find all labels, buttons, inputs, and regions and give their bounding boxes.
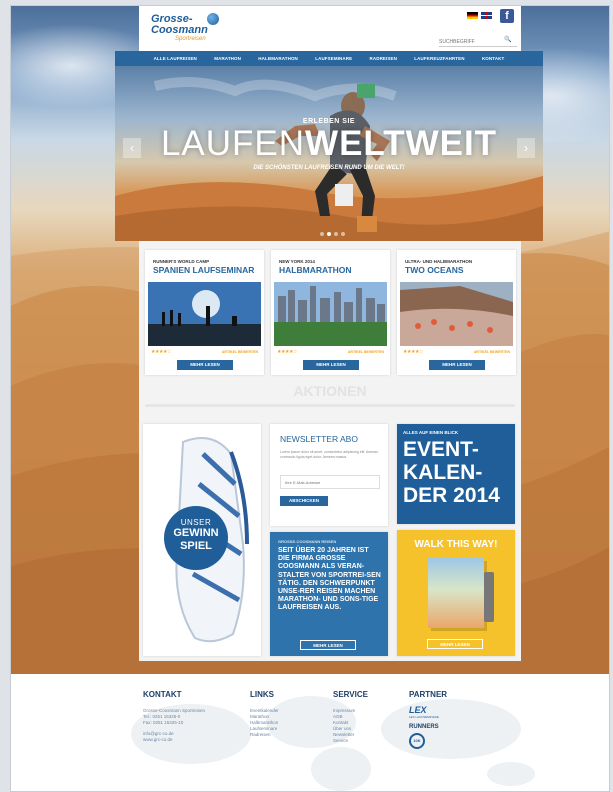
card-rating-label[interactable]: ARTIKEL BEWERTEN xyxy=(474,350,510,354)
walk-this-way-teaser: WALK THIS WAY! MEHR LESEN xyxy=(397,530,515,656)
card-title[interactable]: SPANIEN LAUFSEMINAR xyxy=(153,265,254,275)
gewinnspiel-line1: UNSER xyxy=(180,518,212,527)
footer-partner-title: PARTNER xyxy=(409,690,448,699)
site-header: Grosse- Coosmann Sportreisen f 🔍 xyxy=(139,6,521,51)
about-text: SEIT ÜBER 20 JAHREN IST DIE FIRMA GROSSE… xyxy=(278,547,381,612)
nav-marathon[interactable]: MARATHON xyxy=(214,56,241,61)
slider-dots xyxy=(320,232,345,236)
hero-slider: ERLEBEN SIE LAUFENWELTWEIT DIE SCHÖNSTEN… xyxy=(115,66,543,241)
about-more-button[interactable]: MEHR LESEN xyxy=(300,640,356,650)
flag-english-icon[interactable] xyxy=(481,12,492,19)
newsletter-email-input[interactable] xyxy=(280,475,380,489)
logo-line3: Sportreisen xyxy=(175,36,206,42)
hero-subtitle: DIE SCHÖNSTEN LAUFREISEN RUND UM DIE WEL… xyxy=(253,165,405,171)
slider-next-button[interactable]: › xyxy=(517,138,535,158)
gewinnspiel-badge: UNSER GEWINN SPIEL xyxy=(164,506,228,570)
hero-title: LAUFENWELTWEIT xyxy=(115,126,543,162)
globe-icon xyxy=(207,13,219,25)
eventkalender-teaser[interactable]: ALLES AUF EINEN BLICK EVENT- KALEN- DER … xyxy=(397,424,515,524)
footer-partner: PARTNER LEX LEX LAUFSEMINARE RUNNERS 10K xyxy=(409,690,447,749)
world-map-watermark xyxy=(131,696,535,791)
footer-kontakt-title: KONTAKT xyxy=(143,690,182,699)
about-teaser: GROSSE-COOSMANN REISEN SEIT ÜBER 20 JAHR… xyxy=(270,532,388,656)
card-title[interactable]: HALBMARATHON xyxy=(279,265,352,275)
card-two-oceans: ULTRA- UND HALBMARATHON TWO OCEANS ★★★★☆… xyxy=(397,250,516,375)
section-divider xyxy=(145,404,515,407)
newsletter-box: NEWSLETTER ABO Lorem ipsum dolor sit ame… xyxy=(270,424,388,526)
logo-line2: Coosmann xyxy=(151,24,208,36)
card-spanien-laufseminar: RUNNER'S WORLD CAMP SPANIEN LAUFSEMINAR … xyxy=(145,250,264,375)
newsletter-text: Lorem ipsum dolor sit amet, consectetur … xyxy=(280,450,379,459)
footer-links: LINKS Eventkalender Marathon Halbmaratho… xyxy=(250,690,279,738)
slider-prev-button[interactable]: ‹ xyxy=(123,138,141,158)
nav-laufkreuzfahrten[interactable]: LAUFKREUZFAHRTEN xyxy=(414,56,464,61)
site-footer: KONTAKT Grosse-Coosmann Sportreisen Tel.… xyxy=(11,674,609,791)
card-kicker: ULTRA- UND HALBMARATHON xyxy=(405,259,473,264)
slider-dot[interactable] xyxy=(320,232,324,236)
nav-laufseminare[interactable]: LAUFSEMINARE xyxy=(315,56,352,61)
gewinnspiel-teaser[interactable]: UNSER GEWINN SPIEL xyxy=(143,424,261,656)
facebook-icon[interactable]: f xyxy=(500,9,514,23)
card-image-seminar xyxy=(148,282,261,346)
partner-lex-subtitle: LEX LAUFSEMINARE xyxy=(409,715,439,719)
card-title[interactable]: TWO OCEANS xyxy=(405,265,464,275)
nav-halbmarathon[interactable]: HALBMARATHON xyxy=(258,56,298,61)
card-kicker: NEW YORK 2014 xyxy=(279,259,315,264)
walk-more-button[interactable]: MEHR LESEN xyxy=(427,639,483,649)
browser-frame: Grosse- Coosmann Sportreisen f 🔍 ALLE LA… xyxy=(10,5,610,792)
slider-dot[interactable] xyxy=(341,232,345,236)
footer-kontakt: KONTAKT Grosse-Coosmann Sportreisen Tel.… xyxy=(143,690,205,743)
card-kicker: RUNNER'S WORLD CAMP xyxy=(153,259,210,264)
main-content: RUNNER'S WORLD CAMP SPANIEN LAUFSEMINAR … xyxy=(139,241,521,661)
hero-title-thin: LAUFEN xyxy=(160,124,306,163)
card-more-button[interactable]: MEHR LESEN xyxy=(177,360,233,370)
footer-web-link[interactable]: www.grc-co.de xyxy=(143,737,205,743)
card-rating-stars[interactable]: ★★★★☆ xyxy=(277,349,297,355)
hero-title-bold: WELTWEIT xyxy=(305,124,498,163)
eventkalender-line3: DER 2014 xyxy=(403,484,500,507)
search-icon[interactable]: 🔍 xyxy=(504,36,511,43)
footer-link-radreisen[interactable]: Radreisen xyxy=(250,732,279,738)
main-navigation: ALLE LAUFREISEN MARATHON HALBMARATHON LA… xyxy=(115,51,543,66)
card-more-button[interactable]: MEHR LESEN xyxy=(303,360,359,370)
walk-book-image xyxy=(428,558,494,628)
about-kicker: GROSSE-COOSMANN REISEN xyxy=(278,539,337,544)
slider-dot-active[interactable] xyxy=(327,232,331,236)
newsletter-title: NEWSLETTER ABO xyxy=(280,434,358,444)
nav-radreisen[interactable]: RADREISEN xyxy=(370,56,397,61)
card-more-button[interactable]: MEHR LESEN xyxy=(429,360,485,370)
eventkalender-line1: EVENT- xyxy=(403,438,479,461)
language-switcher xyxy=(467,12,492,19)
footer-link-service[interactable]: Service xyxy=(333,738,368,744)
card-image-two-oceans xyxy=(400,282,513,346)
card-halbmarathon: NEW YORK 2014 HALBMARATHON ★★★★☆ ARTIKEL… xyxy=(271,250,390,375)
newsletter-submit-button[interactable]: ABSCHICKEN xyxy=(280,496,328,506)
card-rating-stars[interactable]: ★★★★☆ xyxy=(151,349,171,355)
footer-links-title: LINKS xyxy=(250,690,274,699)
footer-service-title: SERVICE xyxy=(333,690,368,699)
flag-german-icon[interactable] xyxy=(467,12,478,19)
walk-title: WALK THIS WAY! xyxy=(414,539,498,550)
card-image-newyork xyxy=(274,282,387,346)
eventkalender-line2: KALEN- xyxy=(403,461,483,484)
nav-kontakt[interactable]: KONTAKT xyxy=(482,56,504,61)
gewinnspiel-line2: GEWINN xyxy=(173,527,219,539)
partner-badge-icon[interactable]: 10K xyxy=(409,733,425,749)
eventkalender-kicker: ALLES AUF EINEN BLICK xyxy=(403,430,459,435)
slider-dot[interactable] xyxy=(334,232,338,236)
section-title-aktionen: AKTIONEN xyxy=(293,383,367,399)
footer-service: SERVICE Impressum AGB Kontakt Über uns N… xyxy=(333,690,368,744)
card-rating-label[interactable]: ARTIKEL BEWERTEN xyxy=(348,350,384,354)
gewinnspiel-line3: SPIEL xyxy=(180,540,212,552)
card-rating-stars[interactable]: ★★★★☆ xyxy=(403,349,423,355)
nav-alle-laufreisen[interactable]: ALLE LAUFREISEN xyxy=(154,56,197,61)
partner-lex-logo[interactable]: LEX xyxy=(409,705,447,715)
partner-runners-logo[interactable]: RUNNERS xyxy=(409,724,447,730)
card-rating-label[interactable]: ARTIKEL BEWERTEN xyxy=(222,350,258,354)
site-logo[interactable]: Grosse- Coosmann Sportreisen xyxy=(151,13,221,48)
